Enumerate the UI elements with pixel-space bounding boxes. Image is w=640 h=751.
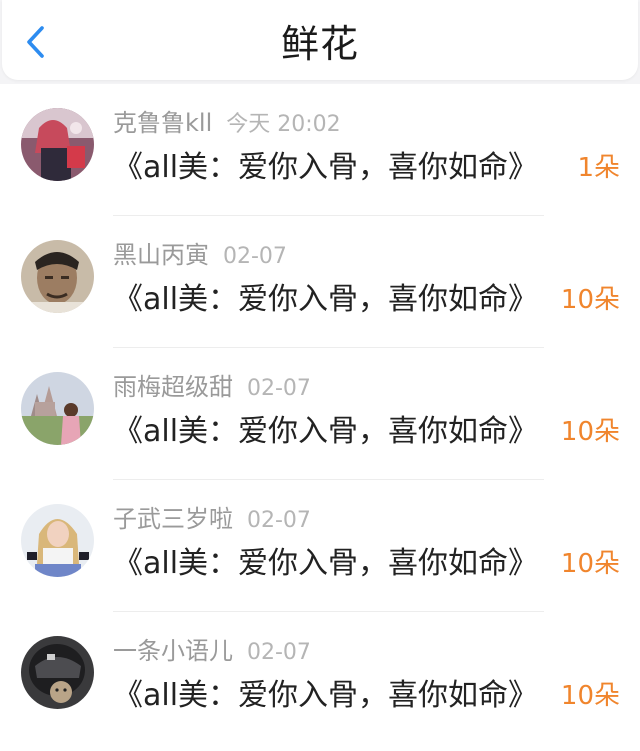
message-text: 《all美：爱你入骨，喜你如命》	[113, 150, 539, 185]
page-title: 鲜花	[280, 22, 359, 66]
list-item[interactable]: 子武三岁啦 02-07 《all美：爱你入骨，喜你如命》 10朵	[0, 480, 640, 612]
flower-count: 10朵	[560, 417, 620, 447]
list-item[interactable]: 黑山丙寅 02-07 《all美：爱你入骨，喜你如命》 10朵	[0, 216, 640, 348]
sender-name[interactable]: 克鲁鲁kll	[113, 109, 212, 137]
message-text: 《all美：爱你入骨，喜你如命》	[113, 678, 539, 713]
sender-name[interactable]: 一条小语儿	[113, 637, 233, 665]
message-text: 《all美：爱你入骨，喜你如命》	[113, 414, 539, 449]
flower-count: 10朵	[560, 549, 620, 579]
timestamp: 02-07	[247, 508, 311, 533]
flower-count: 1朵	[577, 153, 620, 183]
avatar[interactable]	[21, 108, 94, 181]
item-meta: 雨梅超级甜 02-07	[113, 370, 311, 404]
item-meta: 子武三岁啦 02-07	[113, 502, 311, 536]
timestamp: 02-07	[223, 244, 287, 269]
sender-name[interactable]: 雨梅超级甜	[113, 373, 233, 401]
timestamp: 02-07	[247, 376, 311, 401]
list-item[interactable]: 克鲁鲁kll 今天 20:02 《all美：爱你入骨，喜你如命》 1朵	[0, 84, 640, 216]
avatar[interactable]	[21, 240, 94, 313]
timestamp: 02-07	[247, 640, 311, 665]
message-text: 《all美：爱你入骨，喜你如命》	[113, 282, 539, 317]
list-item[interactable]: 一条小语儿 02-07 《all美：爱你入骨，喜你如命》 10朵	[0, 612, 640, 744]
item-meta: 一条小语儿 02-07	[113, 634, 311, 668]
flower-list: 克鲁鲁kll 今天 20:02 《all美：爱你入骨，喜你如命》 1朵 黑山丙寅 0…	[0, 84, 640, 751]
avatar[interactable]	[21, 504, 94, 577]
sender-name[interactable]: 黑山丙寅	[113, 241, 209, 269]
sender-name[interactable]: 子武三岁啦	[113, 505, 233, 533]
avatar[interactable]	[21, 372, 94, 445]
timestamp: 今天 20:02	[226, 112, 341, 137]
item-meta: 黑山丙寅 02-07	[113, 238, 287, 272]
top-bar: 鲜花	[2, 0, 638, 80]
item-meta: 克鲁鲁kll 今天 20:02	[113, 106, 341, 140]
list-item[interactable]: 雨梅超级甜 02-07 《all美：爱你入骨，喜你如命》 10朵	[0, 348, 640, 480]
avatar[interactable]	[21, 636, 94, 709]
flower-count: 10朵	[560, 681, 620, 711]
message-text: 《all美：爱你入骨，喜你如命》	[113, 546, 539, 581]
flower-count: 10朵	[560, 285, 620, 315]
